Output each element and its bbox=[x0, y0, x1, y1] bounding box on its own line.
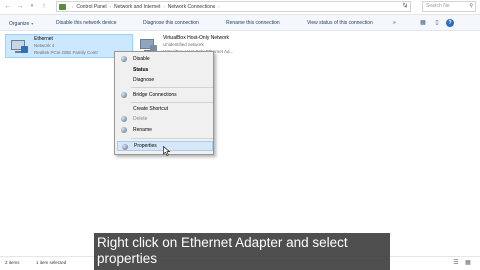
menu-item-disable[interactable]: Disable bbox=[117, 54, 213, 64]
disable-device-button[interactable]: Disable this network device bbox=[56, 19, 117, 28]
help-icon[interactable]: ? bbox=[446, 19, 454, 27]
menu-item-create-shortcut[interactable]: Create Shortcut bbox=[117, 104, 213, 114]
breadcrumb-control-panel[interactable]: Control Panel bbox=[76, 4, 106, 10]
adapter-name: Ethernet bbox=[34, 36, 53, 42]
menu-item-label: Disable bbox=[133, 56, 150, 62]
menu-item-label: Properties bbox=[134, 143, 157, 149]
organize-button[interactable]: Organize ▾ bbox=[9, 19, 33, 28]
menu-item-label: Diagnose bbox=[133, 77, 155, 83]
refresh-icon[interactable]: ↻ bbox=[400, 2, 410, 11]
chevron-down-icon: ▾ bbox=[31, 21, 34, 26]
connections-list: Ethernet Network 4 Realtek PCIe GBE Fami… bbox=[0, 31, 480, 256]
menu-item-bridge[interactable]: Bridge Connections bbox=[117, 90, 213, 100]
command-bar: Organize ▾ Disable this network device Di… bbox=[0, 14, 480, 31]
recent-locations-icon[interactable]: ▾ bbox=[28, 2, 36, 11]
breadcrumb-separator: › bbox=[163, 4, 165, 9]
organize-label: Organize bbox=[9, 21, 30, 27]
breadcrumb-network-connections[interactable]: Network Connections bbox=[168, 4, 216, 10]
shield-icon bbox=[121, 92, 127, 98]
caption-text: Right click on Ethernet Adapter and sele… bbox=[97, 235, 348, 266]
search-icon[interactable]: ⚲ bbox=[469, 2, 473, 11]
address-field[interactable]: › Control Panel › Network and Internet ›… bbox=[56, 1, 411, 12]
context-menu: Disable Status Diagnose Bridge Connectio… bbox=[114, 51, 214, 155]
item-count: 2 items bbox=[5, 260, 20, 265]
details-view-icon[interactable]: ☰ bbox=[452, 260, 460, 267]
up-arrow-icon[interactable]: ↑ bbox=[40, 2, 48, 11]
menu-item-label: Bridge Connections bbox=[133, 92, 177, 98]
shield-icon bbox=[121, 56, 127, 62]
address-bar: ← → ▾ ↑ › Control Panel › Network and In… bbox=[0, 0, 480, 14]
tutorial-caption: Right click on Ethernet Adapter and sele… bbox=[94, 233, 390, 270]
adapter-status: Network 4 bbox=[34, 43, 55, 48]
breadcrumb-separator: › bbox=[72, 4, 74, 9]
menu-item-diagnose[interactable]: Diagnose bbox=[117, 75, 213, 85]
mouse-pointer-icon bbox=[163, 146, 171, 156]
search-placeholder: Search Ne bbox=[426, 3, 450, 9]
menu-separator bbox=[131, 87, 213, 88]
adapter-name: VirtualBox Host-Only Network bbox=[163, 35, 230, 41]
menu-item-rename[interactable]: Rename bbox=[117, 125, 213, 135]
rename-connection-button[interactable]: Rename this connection bbox=[226, 19, 280, 28]
adapter-device: Realtek PCIe GBE Family Contr bbox=[34, 50, 99, 55]
view-controls: ▦ ▯ ? bbox=[418, 18, 454, 28]
adapter-status: Unidentified network bbox=[163, 42, 204, 47]
selection-count: 1 item selected bbox=[36, 260, 67, 265]
back-arrow-icon[interactable]: ← bbox=[4, 2, 12, 11]
menu-item-label: Delete bbox=[133, 116, 148, 122]
ethernet-adapter-icon bbox=[8, 38, 30, 56]
menu-item-status[interactable]: Status bbox=[117, 65, 213, 75]
breadcrumb-separator: › bbox=[218, 4, 220, 9]
status-view-controls: ☰ ▦ bbox=[452, 260, 472, 267]
menu-separator bbox=[131, 102, 213, 103]
view-status-button[interactable]: View status of this connection bbox=[307, 19, 373, 28]
change-view-icon[interactable]: ▦ bbox=[418, 18, 428, 28]
breadcrumb-separator: › bbox=[109, 4, 111, 9]
menu-item-label: Rename bbox=[133, 127, 152, 133]
preview-pane-icon[interactable]: ▯ bbox=[432, 18, 442, 28]
shield-icon bbox=[122, 144, 128, 150]
breadcrumb-network-internet[interactable]: Network and Internet bbox=[114, 4, 160, 10]
search-input[interactable]: Search Ne ⚲ bbox=[422, 1, 476, 12]
more-commands-button[interactable]: » bbox=[393, 19, 396, 28]
menu-item-label: Create Shortcut bbox=[133, 106, 169, 112]
control-panel-icon bbox=[59, 3, 66, 10]
shield-icon bbox=[121, 127, 127, 133]
menu-separator bbox=[131, 138, 213, 139]
diagnose-connection-button[interactable]: Diagnose this connection bbox=[143, 19, 199, 28]
forward-arrow-icon[interactable]: → bbox=[16, 2, 24, 11]
menu-item-delete[interactable]: Delete bbox=[117, 114, 213, 124]
menu-item-label: Status bbox=[133, 67, 149, 73]
large-icons-view-icon[interactable]: ▦ bbox=[464, 260, 472, 267]
shield-icon bbox=[121, 116, 127, 122]
